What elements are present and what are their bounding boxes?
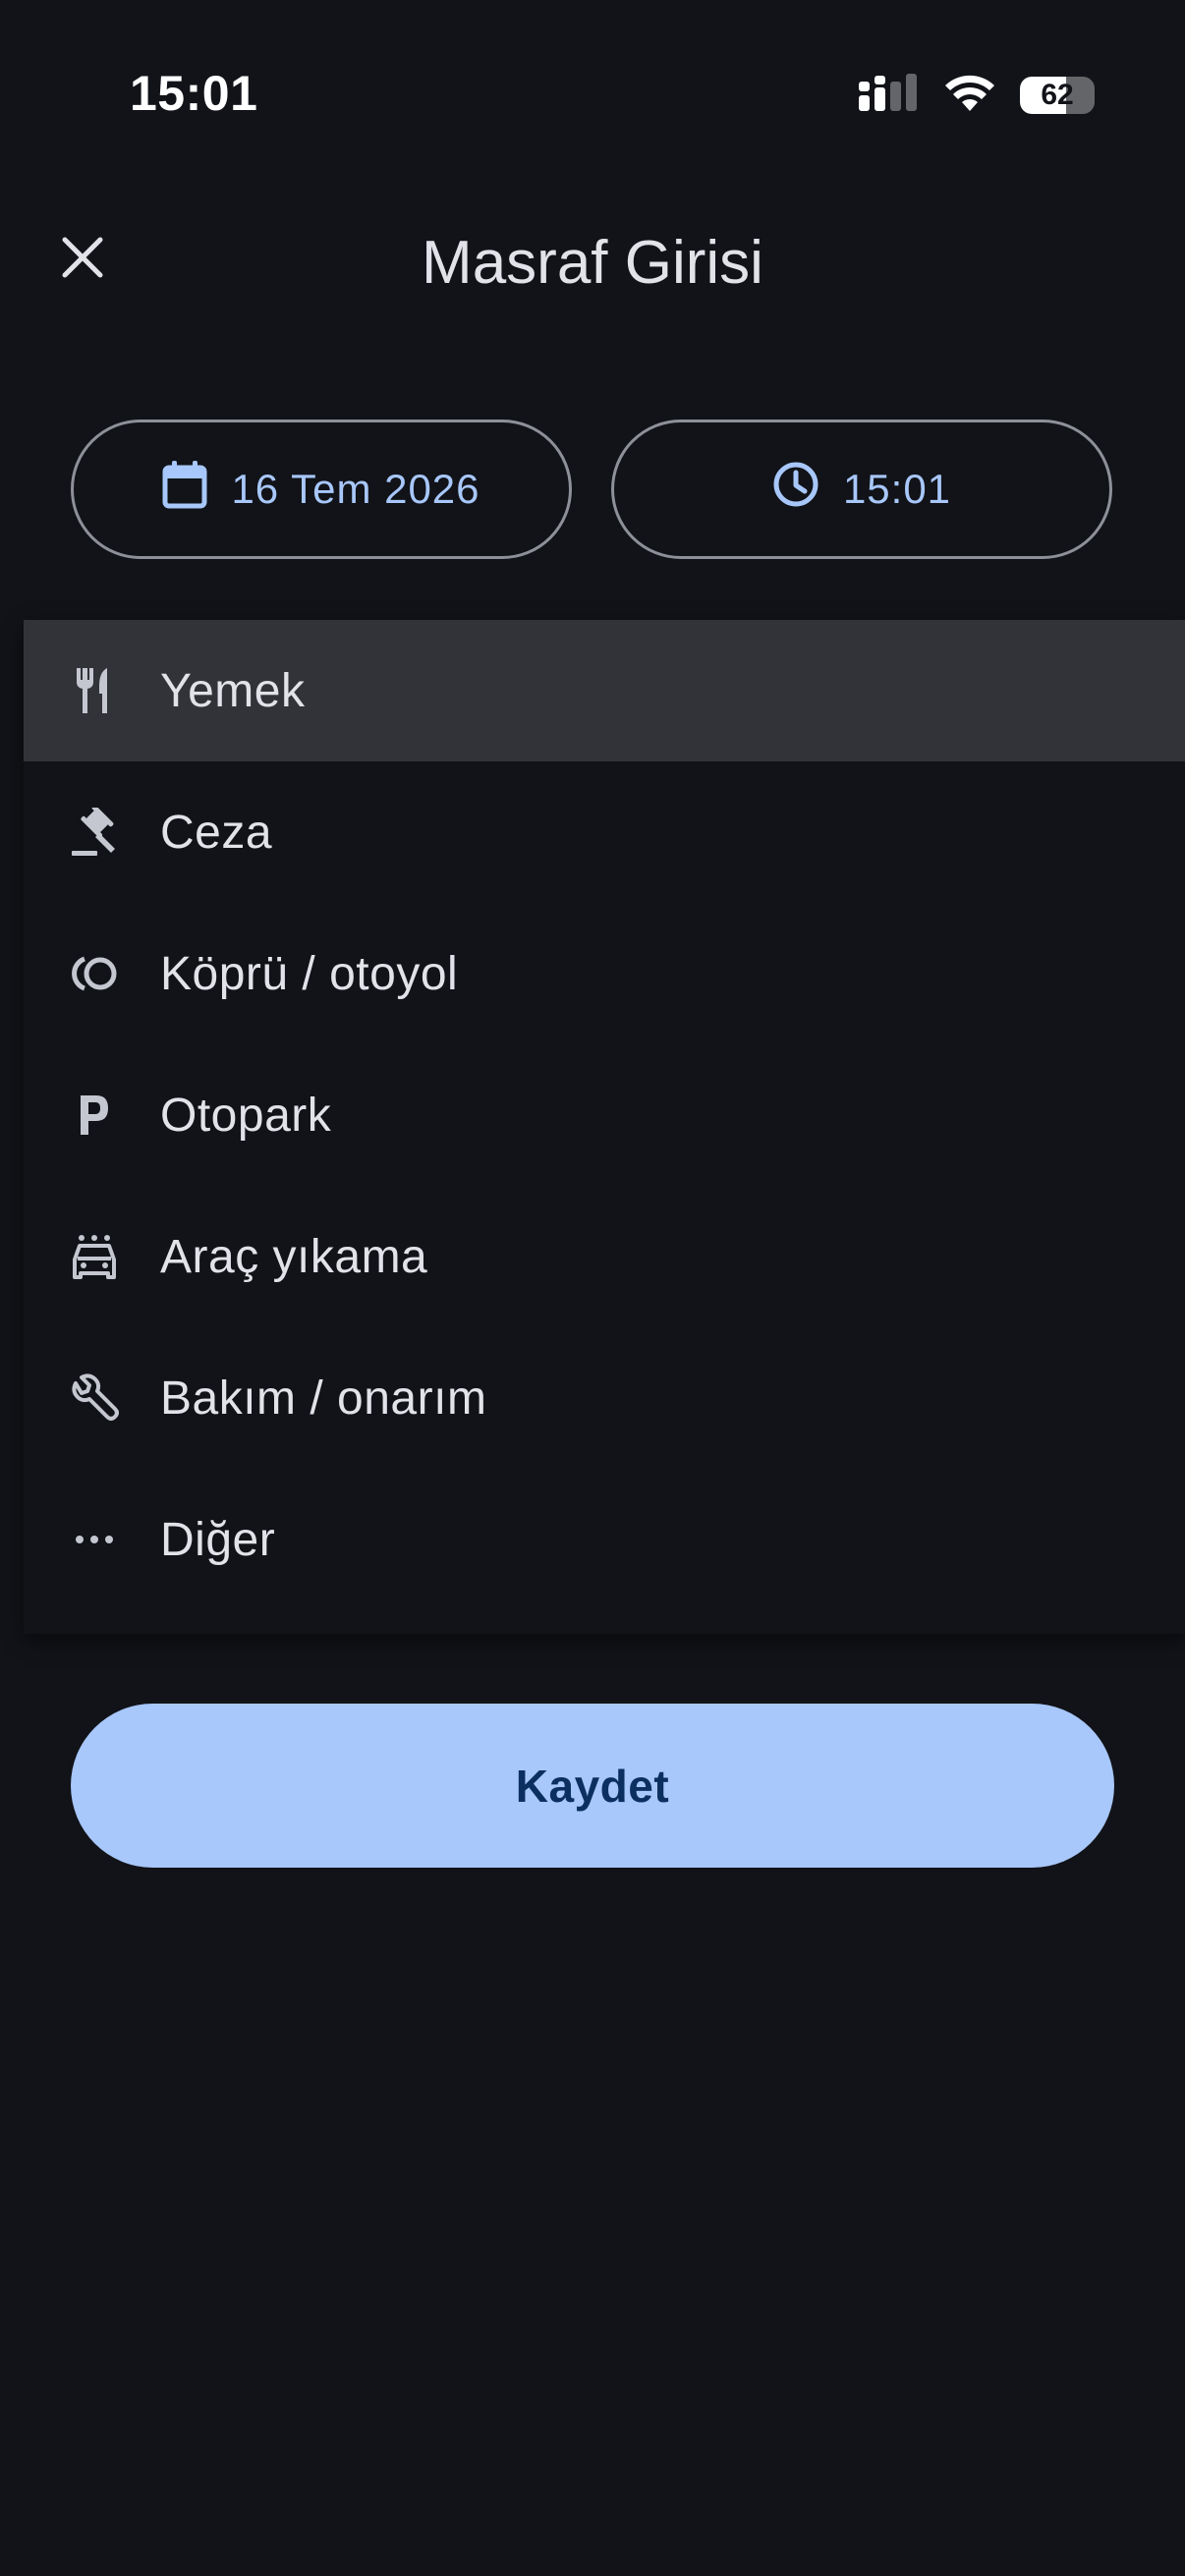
parking-icon — [69, 1090, 120, 1141]
battery-body: 62 — [1020, 77, 1095, 114]
wifi-icon — [943, 74, 996, 118]
signal-icon — [859, 73, 920, 118]
menu-item-bakim-onarim[interactable]: Bakım / onarım — [24, 1327, 1185, 1469]
status-icons: 62 — [859, 71, 1095, 120]
date-picker-button[interactable]: 16 Tem 2026 — [71, 420, 572, 559]
page-title: Masraf Girisi — [422, 229, 763, 297]
date-label: 16 Tem 2026 — [231, 466, 480, 512]
clock-icon — [772, 461, 819, 518]
save-button[interactable]: Kaydet — [71, 1704, 1114, 1868]
menu-item-yemek[interactable]: Yemek — [24, 620, 1185, 761]
menu-item-label: Ceza — [160, 806, 273, 859]
menu-item-label: Yemek — [160, 664, 306, 717]
calendar-icon — [162, 460, 207, 519]
menu-item-kopru-otoyol[interactable]: Köprü / otoyol — [24, 903, 1185, 1044]
battery-level: 62 — [1041, 79, 1074, 111]
toll-icon — [69, 948, 120, 999]
menu-item-label: Köprü / otoyol — [160, 947, 459, 1000]
menu-item-label: Diğer — [160, 1513, 276, 1566]
restaurant-icon — [69, 665, 120, 716]
menu-item-arac-yikama[interactable]: Araç yıkama — [24, 1186, 1185, 1327]
category-menu: Yemek Ceza Köprü / otoyol Otopark Araç y… — [24, 620, 1185, 1634]
wrench-icon — [69, 1372, 120, 1424]
time-label: 15:01 — [842, 466, 952, 512]
car-wash-icon — [69, 1231, 120, 1282]
menu-item-label: Araç yıkama — [160, 1230, 428, 1283]
menu-item-diger[interactable]: Diğer — [24, 1469, 1185, 1610]
menu-item-otopark[interactable]: Otopark — [24, 1044, 1185, 1186]
status-time: 15:01 — [130, 66, 258, 121]
more-horiz-icon — [69, 1514, 120, 1565]
menu-item-label: Otopark — [160, 1089, 332, 1142]
menu-item-ceza[interactable]: Ceza — [24, 761, 1185, 903]
time-picker-button[interactable]: 15:01 — [611, 420, 1112, 559]
battery-icon: 62 — [1020, 77, 1095, 114]
menu-item-label: Bakım / onarım — [160, 1372, 487, 1425]
gavel-icon — [69, 807, 120, 858]
